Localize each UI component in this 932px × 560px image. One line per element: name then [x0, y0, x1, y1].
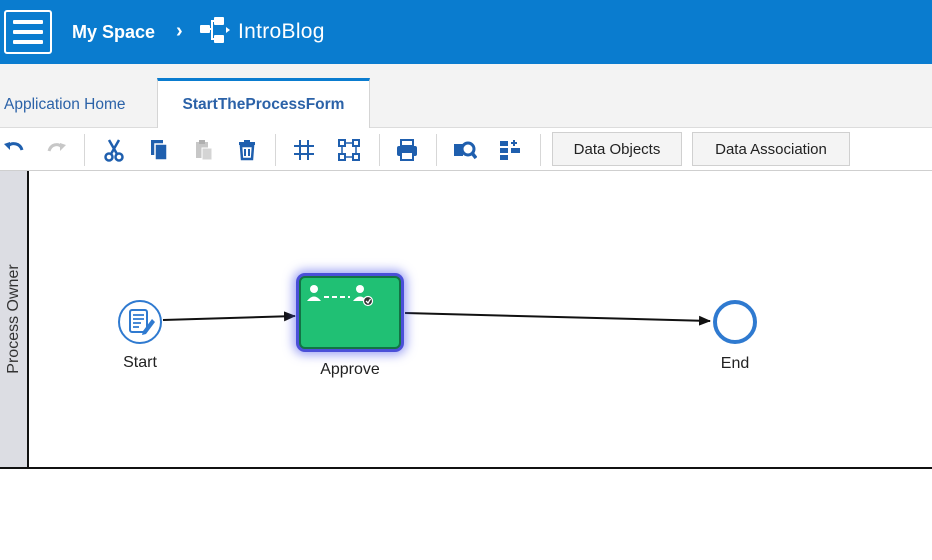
process-app-icon — [200, 17, 230, 43]
breadcrumb-my-space[interactable]: My Space — [72, 22, 155, 43]
hamburger-icon[interactable] — [4, 10, 52, 54]
data-association-button[interactable]: Data Association — [692, 132, 850, 166]
paste-icon[interactable] — [190, 136, 218, 164]
end-event-label: End — [720, 355, 750, 372]
toolbar-separator — [379, 134, 380, 166]
toolbar: Data Objects Data Association — [0, 128, 932, 171]
toolbar-separator — [540, 134, 541, 166]
form-start-icon[interactable] — [117, 299, 163, 345]
approve-task-label: Approve — [320, 361, 380, 378]
align-icon[interactable] — [496, 136, 524, 164]
flow-start-to-approve — [162, 311, 296, 322]
flow-approve-to-end — [404, 312, 711, 326]
copy-icon[interactable] — [145, 136, 173, 164]
breadcrumb-separator: › — [176, 20, 183, 42]
process-canvas[interactable]: Process Owner Start Approve End — [0, 171, 932, 469]
tab-label: StartTheProcessForm — [182, 95, 345, 113]
approve-task[interactable] — [299, 276, 401, 349]
tab-application-home[interactable]: Application Home — [4, 96, 125, 114]
toolbar-separator — [436, 134, 437, 166]
approval-task-icon — [307, 285, 374, 307]
data-objects-button[interactable]: Data Objects — [552, 132, 682, 166]
cut-icon[interactable] — [100, 136, 128, 164]
tab-bar — [0, 64, 932, 128]
toolbar-separator — [84, 134, 85, 166]
delete-icon[interactable] — [233, 136, 261, 164]
breadcrumb-app-name[interactable]: IntroBlog — [238, 20, 325, 44]
fit-selection-icon[interactable] — [335, 136, 363, 164]
end-event[interactable] — [712, 299, 758, 345]
redo-icon[interactable] — [42, 136, 70, 164]
undo-icon[interactable] — [0, 136, 28, 164]
app-header: My Space › IntroBlog — [0, 0, 932, 64]
grid-icon[interactable] — [290, 136, 318, 164]
zoom-find-icon[interactable] — [451, 136, 479, 164]
tab-start-the-process-form[interactable]: StartTheProcessForm — [157, 78, 370, 128]
start-event-label: Start — [123, 354, 157, 371]
toolbar-separator — [275, 134, 276, 166]
print-icon[interactable] — [393, 136, 421, 164]
